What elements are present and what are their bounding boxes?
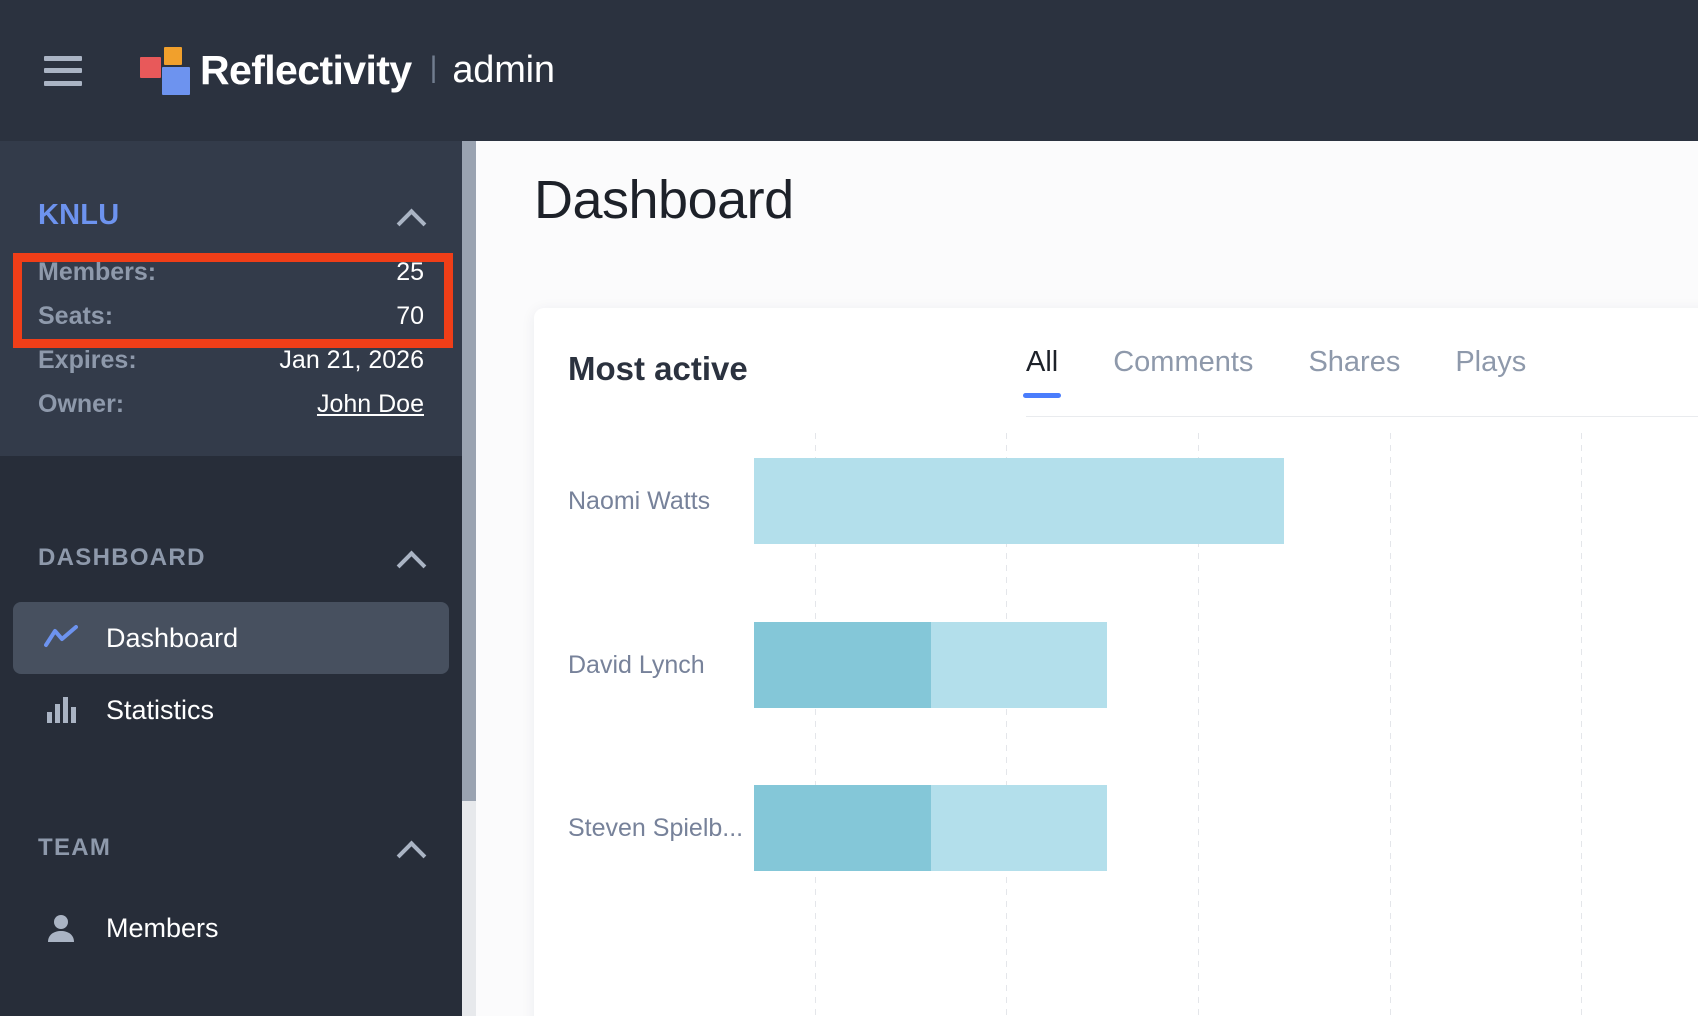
chart-bar-segment[interactable] [754,785,931,871]
org-row-label: Members: [38,258,157,286]
sidebar-section-dashboard: DASHBOARD Dashboard Statistics [0,456,462,746]
main-content: Dashboard Most active All Comments Share… [476,141,1698,1016]
chart-bar-row[interactable]: Steven Spielb... [534,785,1698,871]
tab-plays[interactable]: Plays [1455,346,1526,396]
hamburger-line [44,80,82,86]
tab-all[interactable]: All [1022,346,1062,398]
org-row-owner: Owner: John Doe [38,390,424,434]
tab-comments[interactable]: Comments [1113,346,1253,396]
org-row-label: Expires: [38,346,137,374]
org-row-value: 25 [396,258,424,286]
hamburger-line [44,68,82,73]
most-active-bar-chart: Naomi Watts David Lynch Steven Spielb... [534,433,1698,1016]
chevron-up-icon[interactable] [398,550,424,566]
org-header[interactable]: KNLU [38,141,424,232]
bar-chart-icon [42,697,80,723]
sidebar: KNLU Members: 25 Seats: 70 Expires: Jan … [0,141,462,1016]
top-bar: Reflectivity | admin [0,0,1698,141]
org-row-label: Seats: [38,302,114,330]
org-name: KNLU [38,199,120,231]
chart-bar-segment[interactable] [754,458,1284,544]
chart-bar-segment[interactable] [754,622,931,708]
org-row-value: Jan 21, 2026 [279,346,424,374]
sidebar-item-label: Statistics [106,694,215,725]
brand-name: Reflectivity [200,47,412,93]
person-icon [42,914,80,942]
chevron-up-icon[interactable] [398,208,424,224]
org-row-label: Owner: [38,390,125,418]
logo-square-orange [164,46,182,65]
brand[interactable]: Reflectivity | admin [140,46,555,95]
tab-shares[interactable]: Shares [1308,346,1400,396]
sidebar-item-statistics[interactable]: Statistics [13,674,449,746]
card-header: Most active All Comments Shares Plays [534,308,1698,433]
chart-bar-stack[interactable] [754,785,1107,871]
org-info-panel: KNLU Members: 25 Seats: 70 Expires: Jan … [0,141,462,456]
org-owner-link[interactable]: John Doe [317,390,424,419]
line-chart-icon [42,625,80,651]
logo-square-blue [162,66,190,95]
chart-bar-segment[interactable] [931,622,1107,708]
logo-square-red [140,56,161,78]
sidebar-section-title-team[interactable]: TEAM [0,804,462,892]
chevron-up-icon[interactable] [398,840,424,856]
chart-bar-segment[interactable] [931,785,1107,871]
sidebar-scrollbar-track[interactable] [462,141,476,1016]
brand-separator: | [429,50,438,84]
chart-bar-stack[interactable] [754,622,1107,708]
section-label: TEAM [38,834,112,861]
sidebar-item-label: Members [106,912,219,943]
app-root: Reflectivity | admin KNLU Members: 25 Se… [0,0,1698,1016]
section-label: DASHBOARD [38,544,206,571]
sidebar-section-title-dashboard[interactable]: DASHBOARD [0,514,462,602]
card-title: Most active [568,350,748,387]
org-row-seats: Seats: 70 [38,302,424,346]
reflectivity-logo-icon [140,46,190,95]
card-tabs: All Comments Shares Plays [1022,346,1698,417]
org-row-members: Members: 25 [38,258,424,302]
org-row-value: 70 [396,302,424,330]
sidebar-item-dashboard[interactable]: Dashboard [13,602,449,674]
chart-bar-row[interactable]: Naomi Watts [534,458,1698,544]
hamburger-line [44,55,82,61]
sidebar-item-members[interactable]: Members [13,892,449,964]
org-detail-rows: Members: 25 Seats: 70 Expires: Jan 21, 2… [38,258,424,434]
page-title: Dashboard [534,170,794,230]
sidebar-item-label: Dashboard [106,622,239,653]
sidebar-section-team: TEAM Members [0,746,462,964]
brand-subtitle: admin [452,49,555,91]
hamburger-icon[interactable] [44,55,82,86]
org-row-expires: Expires: Jan 21, 2026 [38,346,424,390]
sidebar-scrollbar-thumb[interactable] [462,141,476,801]
chart-bar-stack[interactable] [754,458,1284,544]
most-active-card: Most active All Comments Shares Plays Na… [534,308,1698,1016]
chart-bar-row[interactable]: David Lynch [534,622,1698,708]
